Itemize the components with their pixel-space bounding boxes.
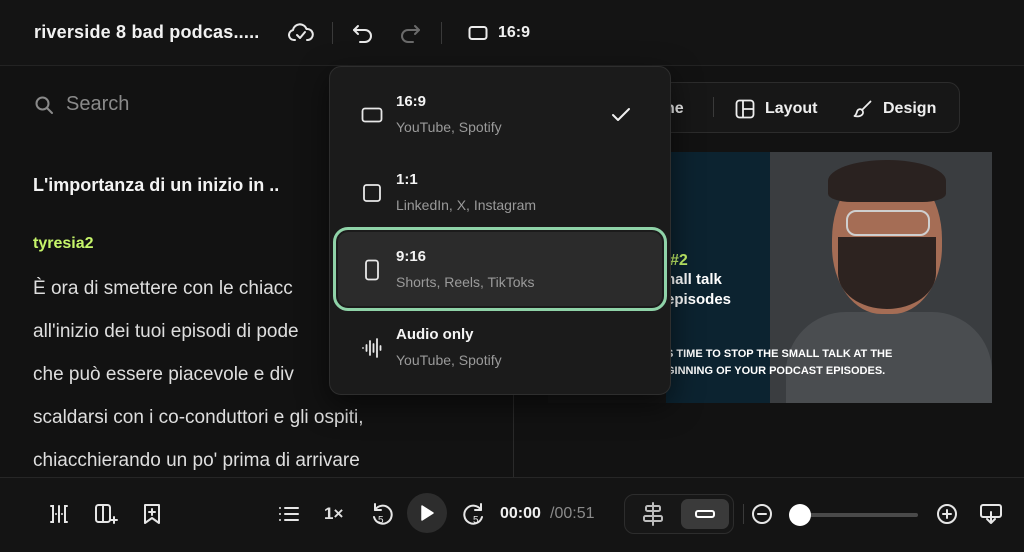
option-subtitle: YouTube, Spotify <box>396 119 502 135</box>
zoom-in-icon[interactable] <box>933 500 961 528</box>
aspect-option-16-9[interactable]: 16:9 YouTube, Spotify <box>338 77 662 151</box>
option-title: Audio only <box>396 326 474 343</box>
brush-icon <box>853 99 873 119</box>
segment-title[interactable]: L'importanza di un inizio in .. <box>33 175 279 196</box>
toolbar-divider <box>332 22 333 44</box>
video-headline-line: nall talk <box>666 271 722 288</box>
aspect-option-audio-only[interactable]: Audio only YouTube, Spotify <box>338 310 662 384</box>
timeline-compact-button[interactable] <box>681 499 729 529</box>
square-icon <box>360 181 384 205</box>
person-hair <box>828 160 946 202</box>
checkmark-icon <box>610 105 632 125</box>
person-beard <box>838 237 936 309</box>
add-layout-icon[interactable] <box>92 500 120 528</box>
split-icon[interactable] <box>45 500 73 528</box>
person-glasses <box>846 210 930 236</box>
playback-speed[interactable]: 1× <box>324 504 343 524</box>
search-placeholder: Search <box>66 93 130 115</box>
aspect-option-9-16[interactable]: 9:16 Shorts, Reels, TikToks <box>333 227 667 311</box>
layout-icon <box>735 99 755 119</box>
video-headline: nall talk episodes <box>666 270 731 310</box>
search-icon <box>34 95 54 115</box>
audio-waveform-icon <box>360 336 384 360</box>
video-preview[interactable]: #2 nall talk episodes S TIME TO STOP THE… <box>666 152 992 403</box>
toolbar-divider <box>713 97 714 117</box>
timeline-compact-icon <box>694 508 716 520</box>
layout-label: Layout <box>765 99 818 117</box>
redo-icon[interactable] <box>397 20 423 46</box>
timeline-tracks-icon <box>642 502 664 526</box>
top-bar: riverside 8 bad podcas..... 16:9 <box>0 0 1024 66</box>
video-caption-line: S TIME TO STOP THE SMALL TALK AT THE <box>666 348 893 360</box>
video-caption: S TIME TO STOP THE SMALL TALK AT THE GIN… <box>666 346 892 380</box>
bookmark-add-icon[interactable] <box>138 500 166 528</box>
aspect-option-1-1[interactable]: 1:1 LinkedIn, X, Instagram <box>338 155 662 229</box>
toolbar-divider <box>743 504 744 524</box>
option-title: 16:9 <box>396 93 427 110</box>
search-field[interactable]: Search <box>34 93 129 116</box>
landscape-icon <box>360 103 384 127</box>
player-bar: 1× 5 5 00:00 /00:51 <box>0 477 1024 552</box>
option-title: 1:1 <box>396 171 418 188</box>
option-subtitle: Shorts, Reels, TikToks <box>396 274 535 290</box>
zoom-slider-track[interactable] <box>800 513 918 517</box>
play-button[interactable] <box>407 493 447 533</box>
option-title: 9:16 <box>396 248 427 265</box>
toolbar-divider <box>441 22 442 44</box>
video-headline-line: episodes <box>666 291 732 308</box>
aspect-ratio-label: 16:9 <box>498 24 531 41</box>
skip-forward-icon[interactable]: 5 <box>460 500 488 528</box>
zoom-slider-handle[interactable] <box>789 504 811 526</box>
portrait-icon <box>360 258 384 282</box>
timeline-view-toggle <box>624 494 734 534</box>
video-caption-line: GINNING OF YOUR PODCAST EPISODES. <box>666 365 886 377</box>
play-icon <box>419 504 435 522</box>
video-number: #2 <box>670 252 688 269</box>
aspect-ratio-menu: 16:9 YouTube, Spotify 1:1 LinkedIn, X, I… <box>329 66 671 395</box>
transcript-line[interactable]: scaldarsi con i co-conduttori e gli ospi… <box>33 396 513 439</box>
list-icon[interactable] <box>275 500 303 528</box>
project-title[interactable]: riverside 8 bad podcas..... <box>34 22 260 43</box>
skip-back-icon[interactable]: 5 <box>368 500 396 528</box>
design-label: Design <box>883 99 937 117</box>
aspect-ratio-icon <box>468 25 488 41</box>
design-button[interactable]: Design <box>853 83 936 134</box>
speaker-name: tyresia2 <box>33 235 94 252</box>
svg-text:5: 5 <box>378 515 384 526</box>
layout-button[interactable]: Layout <box>735 83 817 134</box>
transcript-line[interactable]: chiacchierando un po' prima di arrivare <box>33 439 513 477</box>
svg-text:5: 5 <box>473 515 479 526</box>
option-subtitle: LinkedIn, X, Instagram <box>396 197 537 213</box>
option-subtitle: YouTube, Spotify <box>396 352 502 368</box>
cloud-sync-icon[interactable] <box>288 20 314 46</box>
aspect-ratio-button[interactable]: 16:9 <box>462 18 536 48</box>
zoom-out-icon[interactable] <box>748 500 776 528</box>
timeline-expanded-button[interactable] <box>629 499 677 529</box>
export-icon[interactable] <box>977 500 1005 528</box>
current-time: 00:00 <box>500 505 541 522</box>
total-time: /00:51 <box>550 505 595 522</box>
undo-icon[interactable] <box>350 20 376 46</box>
